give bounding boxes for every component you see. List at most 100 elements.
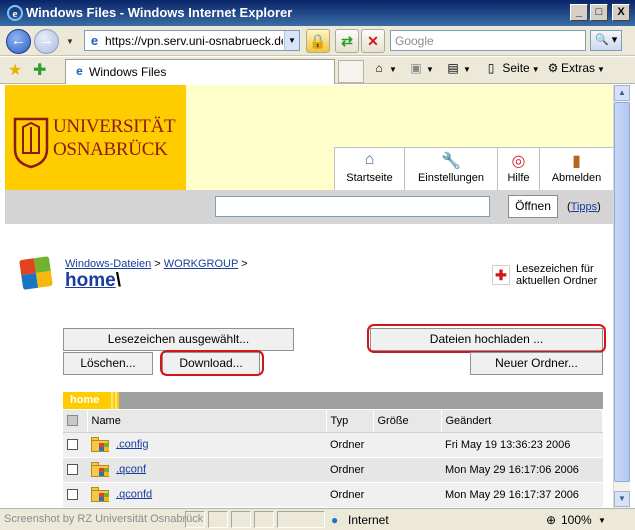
- breadcrumb: Windows-Dateien > WORKGROUP >: [65, 258, 248, 270]
- back-button[interactable]: ←: [6, 29, 31, 54]
- print-command-button[interactable]: ▤ ▼: [445, 61, 471, 75]
- door-icon: ▮: [572, 153, 581, 170]
- vertical-scrollbar[interactable]: ▲ ▼: [613, 85, 630, 508]
- modified-cell: Mon May 29 16:17:06 2006: [441, 457, 603, 483]
- name-cell: .config: [87, 432, 326, 458]
- zoom-icon[interactable]: ⊕: [546, 513, 556, 527]
- folder-link[interactable]: .qconf: [116, 463, 146, 475]
- history-dropdown-icon[interactable]: ▼: [66, 37, 74, 46]
- delete-button[interactable]: Löschen...: [63, 352, 153, 375]
- upload-highlight-ring: [367, 324, 606, 353]
- folder-link[interactable]: .config: [116, 438, 148, 450]
- folder-icon: [91, 487, 111, 502]
- table-row: .qconf Ordner Mon May 29 16:17:06 2006: [63, 457, 603, 483]
- close-button[interactable]: X: [612, 4, 630, 21]
- url-text: https://vpn.serv.uni-osnabrueck.de/(: [105, 34, 283, 48]
- window-title: Windows Files - Windows Internet Explore…: [26, 5, 293, 20]
- nav-einstellungen[interactable]: 🔧 Einstellungen: [405, 148, 498, 191]
- row-checkbox[interactable]: [67, 489, 78, 501]
- logo-line-1: UNIVERSITÄT: [53, 116, 176, 137]
- stop-icon[interactable]: ✕: [361, 29, 385, 53]
- select-all-checkbox[interactable]: [67, 415, 78, 427]
- wrench-icon: 🔧: [441, 153, 461, 170]
- status-segment: [277, 511, 325, 528]
- breadcrumb-separator: >: [151, 258, 164, 270]
- select-all-header[interactable]: [63, 410, 88, 433]
- new-folder-button[interactable]: Neuer Ordner...: [470, 352, 603, 375]
- search-input[interactable]: Google: [390, 30, 586, 51]
- home-command-button[interactable]: ⌂ ▼: [371, 61, 397, 75]
- tips-link[interactable]: Tipps: [571, 201, 598, 213]
- path-search-input[interactable]: [215, 196, 490, 217]
- status-segment: [185, 511, 205, 528]
- bookmark-line-2: aktuellen Ordner: [516, 275, 598, 287]
- tools-menu-label: Extras: [561, 61, 596, 75]
- security-zone-label: Internet: [348, 513, 389, 527]
- feeds-icon: ▣: [410, 61, 422, 75]
- bookmark-selected-button[interactable]: Lesezeichen ausgewählt...: [63, 328, 294, 351]
- scroll-down-icon[interactable]: ▼: [614, 491, 630, 507]
- top-navigation: ⌂ Startseite 🔧 Einstellungen ◎ Hilfe ▮ A…: [334, 147, 613, 191]
- breadcrumb-separator: >: [238, 258, 248, 270]
- address-field[interactable]: e https://vpn.serv.uni-osnabrueck.de/( ▼: [84, 30, 300, 51]
- column-header-size[interactable]: Größe: [373, 410, 442, 433]
- minimize-button[interactable]: _: [570, 4, 588, 21]
- feeds-command-button[interactable]: ▣ ▼: [408, 61, 434, 75]
- lock-icon[interactable]: 🔒: [306, 29, 330, 53]
- home-icon: ⌂: [364, 151, 375, 168]
- nav-abmelden[interactable]: ▮ Abmelden: [540, 148, 613, 191]
- nav-hilfe[interactable]: ◎ Hilfe: [498, 148, 540, 191]
- scroll-up-icon[interactable]: ▲: [614, 85, 630, 101]
- folder-link[interactable]: .qconfd: [116, 488, 152, 500]
- status-segment: [208, 511, 228, 528]
- open-button[interactable]: Öffnen: [508, 195, 558, 218]
- scroll-thumb[interactable]: [614, 102, 630, 482]
- breadcrumb-windows-dateien[interactable]: Windows-Dateien: [65, 258, 151, 270]
- table-row: .config Ordner Fri May 19 13:36:23 2006: [63, 432, 603, 458]
- bookmark-line-1: Lesezeichen für: [516, 263, 594, 275]
- row-select-cell: [63, 457, 87, 483]
- folder-tab-label: home: [70, 394, 100, 406]
- tips-link-wrapper: (Tipps): [567, 201, 601, 213]
- status-bar: Screenshot by RZ Universität Osnabrück ●…: [0, 508, 635, 530]
- tips-close-paren: ): [597, 201, 601, 213]
- column-header-modified[interactable]: Geändert: [441, 410, 603, 433]
- name-cell: .qconf: [87, 457, 326, 483]
- column-header-name[interactable]: Name: [87, 410, 327, 433]
- nav-label: Startseite: [346, 172, 393, 184]
- search-placeholder: Google: [395, 34, 434, 48]
- maximize-button[interactable]: □: [590, 4, 608, 21]
- new-tab-button[interactable]: [338, 60, 364, 83]
- search-go-button[interactable]: 🔍 ▾: [590, 30, 622, 51]
- nav-startseite[interactable]: ⌂ Startseite: [335, 148, 405, 191]
- zoom-level[interactable]: 100%: [561, 513, 592, 527]
- name-cell: .qconfd: [87, 482, 326, 508]
- tools-menu[interactable]: ⚙ Extras ▼: [545, 61, 605, 75]
- command-bar: ★ ✚ e Windows Files ⌂ ▼ ▣ ▼ ▤ ▼ ▯ Seite ▼ ⚙ E…: [0, 57, 635, 84]
- nav-label: Abmelden: [551, 172, 602, 184]
- current-folder-link[interactable]: home: [65, 270, 116, 291]
- type-cell: Ordner: [326, 432, 373, 458]
- row-checkbox[interactable]: [67, 464, 78, 476]
- forward-button[interactable]: →: [34, 29, 59, 54]
- ie-logo-icon: e: [6, 4, 24, 22]
- home-icon: ⌂: [375, 61, 383, 75]
- tab-windows-files[interactable]: e Windows Files: [65, 59, 335, 84]
- column-header-type[interactable]: Typ: [326, 410, 374, 433]
- lifebuoy-icon: ◎: [511, 153, 526, 170]
- zoom-dropdown-icon[interactable]: ▼: [598, 516, 606, 525]
- table-row: .qconfd Ordner Mon May 29 16:17:37 2006: [63, 482, 603, 508]
- internet-zone-icon: ●: [331, 513, 339, 527]
- print-icon: ▤: [447, 61, 459, 75]
- folder-icon: [91, 462, 111, 477]
- row-select-cell: [63, 482, 87, 508]
- page-menu[interactable]: ▯ Seite ▼: [483, 61, 540, 75]
- row-checkbox[interactable]: [67, 439, 78, 451]
- refresh-icon[interactable]: ⇄: [335, 29, 359, 53]
- add-favorite-icon[interactable]: ✚: [33, 60, 46, 80]
- folder-icon: [91, 437, 111, 452]
- favorites-star-icon[interactable]: ★: [8, 60, 22, 80]
- address-dropdown-icon[interactable]: ▼: [284, 31, 299, 50]
- bookmark-folder-link[interactable]: ✚ Lesezeichen für aktuellen Ordner: [492, 263, 613, 289]
- breadcrumb-workgroup[interactable]: WORKGROUP: [164, 258, 238, 270]
